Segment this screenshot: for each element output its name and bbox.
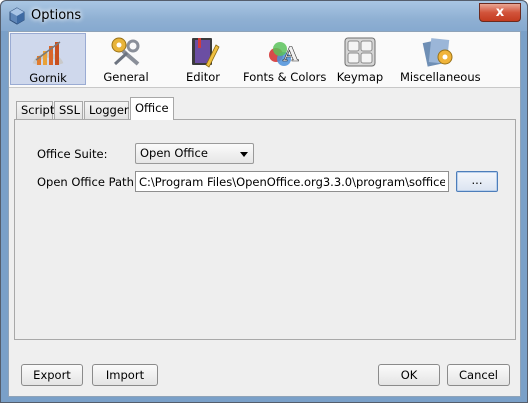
tab-ssl[interactable]: SSL (54, 101, 83, 119)
dialog-body: Gornik General Editor A Fonts & Colors K… (8, 31, 521, 397)
gears-icon (111, 37, 140, 66)
options-window: Options x Gornik General Editor A Fonts … (0, 0, 528, 403)
cancel-button[interactable]: Cancel (447, 364, 510, 386)
category-label: Keymap (336, 70, 384, 84)
import-button[interactable]: Import (92, 364, 158, 386)
window-title: Options (31, 8, 82, 23)
category-label: Fonts & Colors (243, 70, 327, 84)
category-editor[interactable]: Editor (174, 33, 232, 85)
office-path-input[interactable] (135, 171, 449, 192)
export-label: Export (33, 368, 71, 382)
tab-label: Logger (89, 103, 129, 117)
category-label: Miscellaneous (400, 70, 481, 84)
office-suite-dropdown[interactable]: Open Office (135, 143, 254, 164)
tab-office[interactable]: Office (130, 97, 174, 120)
office-settings-panel: Office Suite: Open Office Open Office Pa… (14, 119, 516, 340)
category-miscellaneous[interactable]: Miscellaneous (400, 33, 481, 85)
title-bar[interactable]: Options x (1, 1, 527, 31)
svg-text:A: A (282, 42, 299, 66)
category-keymap[interactable]: Keymap (332, 33, 388, 85)
close-button[interactable]: x (479, 3, 521, 22)
category-general[interactable]: General (93, 33, 159, 85)
category-label: Gornik (29, 71, 67, 85)
ok-label: OK (400, 368, 418, 382)
app-cube-icon (9, 7, 25, 25)
category-label: Editor (185, 70, 221, 84)
book-pencil-icon (192, 38, 220, 68)
browse-button[interactable]: ... (456, 171, 498, 192)
office-suite-label: Office Suite: (37, 147, 108, 161)
tab-label: Office (135, 101, 169, 115)
chart-gauge-icon (32, 41, 64, 66)
misc-gear-icon (422, 38, 453, 67)
keyboard-icon (344, 37, 376, 67)
tab-logger[interactable]: Logger (84, 101, 129, 119)
tab-label: SSL (59, 103, 81, 117)
cancel-label: Cancel (459, 368, 498, 382)
category-gornik[interactable]: Gornik (10, 33, 86, 85)
office-suite-value: Open Office (140, 146, 208, 160)
chevron-down-icon (240, 152, 248, 157)
fonts-colors-icon: A (269, 42, 299, 66)
office-path-label: Open Office Path: (37, 175, 138, 189)
ok-button[interactable]: OK (378, 364, 440, 386)
category-toolbar: Gornik General Editor A Fonts & Colors K… (9, 32, 520, 88)
close-icon: x (495, 5, 505, 20)
category-label: General (103, 70, 149, 84)
tab-label: Script (21, 103, 55, 117)
import-label: Import (105, 368, 145, 382)
category-fonts-colors[interactable]: A Fonts & Colors (243, 33, 327, 85)
tab-script[interactable]: Script (16, 101, 55, 119)
export-button[interactable]: Export (21, 364, 83, 386)
